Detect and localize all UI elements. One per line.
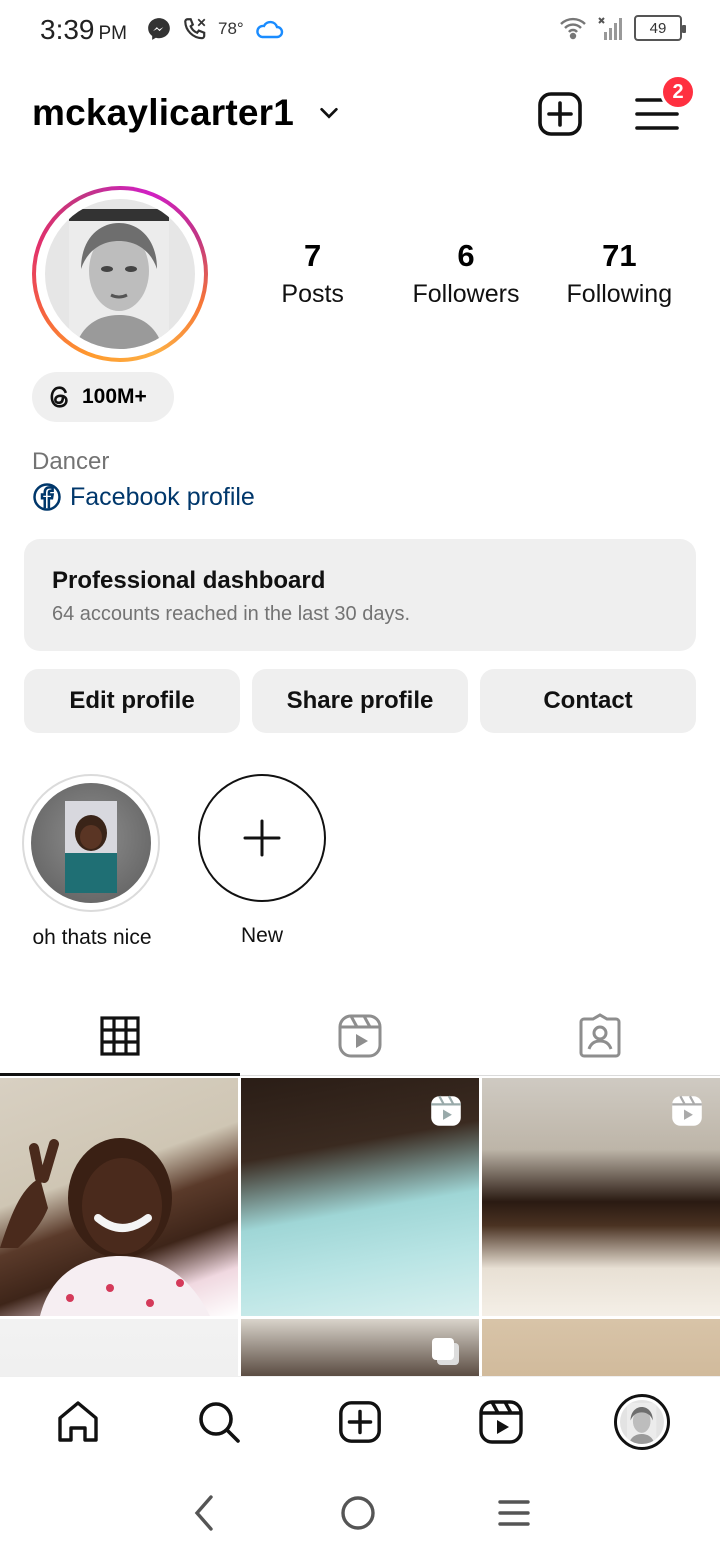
- contact-button[interactable]: Contact: [480, 669, 696, 733]
- tab-reels[interactable]: [240, 996, 480, 1075]
- recents-menu-icon[interactable]: [497, 1498, 531, 1528]
- profile-header: mckaylicarter1 2: [0, 74, 720, 144]
- nav-home[interactable]: [38, 1382, 118, 1462]
- profile-stats: 7 Posts 6 Followers 71 Following: [236, 238, 696, 309]
- profile-avatar: [613, 1393, 670, 1450]
- cloud-icon: [255, 20, 283, 39]
- profile-content-tabs: [0, 996, 720, 1076]
- home-circle-icon[interactable]: [338, 1493, 378, 1533]
- posts-grid: [0, 1078, 720, 1376]
- new-highlight-button[interactable]: New: [198, 774, 326, 948]
- plus-icon: [243, 819, 281, 857]
- profile-category: Dancer: [32, 448, 110, 475]
- following-stat[interactable]: 71 Following: [543, 238, 696, 309]
- professional-dashboard[interactable]: Professional dashboard 64 accounts reach…: [24, 539, 696, 651]
- reel-badge-icon: [431, 1095, 461, 1126]
- profile-avatar-story-ring[interactable]: [32, 186, 208, 362]
- posts-stat[interactable]: 7 Posts: [236, 238, 389, 309]
- nav-create[interactable]: [320, 1382, 400, 1462]
- messenger-icon: [148, 18, 170, 40]
- nav-search[interactable]: [179, 1382, 259, 1462]
- share-profile-button[interactable]: Share profile: [252, 669, 468, 733]
- dashboard-title: Professional dashboard: [52, 567, 326, 594]
- highlight-cover: [31, 783, 151, 903]
- tagged-icon: [579, 1012, 621, 1057]
- post-thumbnail[interactable]: [241, 1078, 479, 1316]
- post-thumbnail[interactable]: [241, 1319, 479, 1376]
- dashboard-subtitle: 64 accounts reached in the last 30 days.: [52, 603, 411, 625]
- post-thumbnail[interactable]: [482, 1078, 720, 1316]
- story-highlight[interactable]: oh thats nice: [22, 774, 162, 950]
- notification-badge: 2: [660, 74, 696, 110]
- edit-profile-button[interactable]: Edit profile: [24, 669, 240, 733]
- chevron-down-icon[interactable]: [318, 102, 340, 124]
- carousel-badge-icon: [432, 1338, 459, 1365]
- grid-icon: [100, 1015, 140, 1056]
- followers-stat[interactable]: 6 Followers: [389, 238, 542, 309]
- username[interactable]: mckaylicarter1: [32, 92, 294, 134]
- back-icon[interactable]: [189, 1493, 219, 1533]
- threads-badge[interactable]: 100M+: [32, 372, 174, 422]
- cellular-signal-icon: [598, 17, 622, 40]
- tab-tagged[interactable]: [480, 996, 720, 1075]
- profile-avatar: [45, 199, 195, 349]
- post-thumbnail[interactable]: [482, 1319, 720, 1376]
- nav-profile[interactable]: [602, 1382, 682, 1462]
- wifi-icon: [560, 17, 586, 40]
- bottom-navigation: [0, 1376, 720, 1466]
- battery-indicator: 49: [634, 15, 686, 41]
- status-bar: 3:39 PM 78° 49: [0, 0, 720, 62]
- reel-badge-icon: [672, 1095, 702, 1126]
- threads-icon: [50, 386, 68, 408]
- profile-actions: Edit profile Share profile Contact: [24, 669, 696, 733]
- tab-posts-grid[interactable]: [0, 996, 240, 1076]
- missed-call-icon: [184, 18, 206, 40]
- post-thumbnail[interactable]: [0, 1319, 238, 1376]
- home-icon: [58, 1400, 99, 1442]
- search-icon: [199, 1401, 240, 1443]
- status-time: 3:39 PM: [40, 14, 127, 45]
- facebook-profile-link[interactable]: Facebook profile: [32, 482, 255, 512]
- reels-icon: [338, 1014, 382, 1057]
- facebook-icon: [33, 483, 61, 511]
- system-navigation-bar: [0, 1466, 720, 1560]
- reels-icon: [479, 1399, 523, 1444]
- post-thumbnail[interactable]: [0, 1078, 238, 1316]
- create-button[interactable]: [536, 90, 584, 138]
- create-icon: [339, 1400, 381, 1443]
- weather-temperature: 78°: [218, 19, 244, 38]
- nav-reels[interactable]: [461, 1382, 541, 1462]
